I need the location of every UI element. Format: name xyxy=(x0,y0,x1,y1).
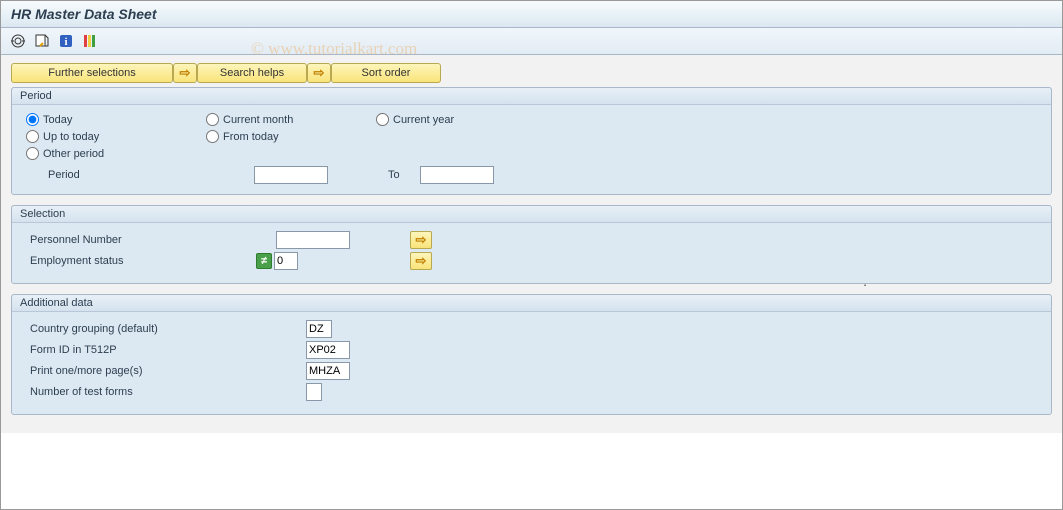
arrow-sort-order[interactable]: ⇨ xyxy=(307,63,331,83)
arrow-search-helps[interactable]: ⇨ xyxy=(173,63,197,83)
radio-from-today-label: From today xyxy=(223,131,279,143)
radio-other-period[interactable]: Other period xyxy=(26,147,206,160)
arrow-right-icon: ⇨ xyxy=(416,232,427,248)
radio-current-year-input[interactable] xyxy=(376,113,389,126)
country-grouping-label: Country grouping (default) xyxy=(26,323,306,335)
radio-today-label: Today xyxy=(43,114,72,126)
info-icon[interactable]: i xyxy=(57,32,75,50)
period-label: Period xyxy=(48,169,254,181)
radio-today-input[interactable] xyxy=(26,113,39,126)
arrow-right-icon: ⇨ xyxy=(416,253,427,269)
decorative-dot: . xyxy=(863,273,867,289)
radio-current-year[interactable]: Current year xyxy=(376,113,546,126)
radio-from-today[interactable]: From today xyxy=(206,130,376,143)
employment-status-input[interactable] xyxy=(274,252,298,270)
arrow-right-icon: ⇨ xyxy=(180,65,191,81)
radio-up-to-today-input[interactable] xyxy=(26,130,39,143)
radio-from-today-input[interactable] xyxy=(206,130,219,143)
svg-text:i: i xyxy=(64,36,67,48)
search-helps-button[interactable]: Search helps xyxy=(197,63,307,83)
radio-today[interactable]: Today xyxy=(26,113,206,126)
selection-group-title: Selection xyxy=(12,206,1051,223)
button-row: Further selections ⇨ Search helps ⇨ Sort… xyxy=(11,63,1052,83)
employment-status-more-button[interactable]: ⇨ xyxy=(410,252,432,270)
arrow-right-icon: ⇨ xyxy=(314,65,325,81)
country-grouping-input[interactable] xyxy=(306,320,332,338)
personnel-number-label: Personnel Number xyxy=(26,234,276,246)
radio-current-month-label: Current month xyxy=(223,114,293,126)
print-pages-input[interactable] xyxy=(306,362,350,380)
radio-current-month[interactable]: Current month xyxy=(206,113,376,126)
variant-icon[interactable] xyxy=(33,32,51,50)
radio-other-period-input[interactable] xyxy=(26,147,39,160)
print-pages-label: Print one/more page(s) xyxy=(26,365,306,377)
selection-group: Selection Personnel Number ⇨ Employment … xyxy=(11,205,1052,284)
radio-current-year-label: Current year xyxy=(393,114,454,126)
sort-order-button[interactable]: Sort order xyxy=(331,63,441,83)
not-equal-icon[interactable]: ≠ xyxy=(256,253,272,269)
radio-current-month-input[interactable] xyxy=(206,113,219,126)
personnel-number-input[interactable] xyxy=(276,231,350,249)
execute-icon[interactable] xyxy=(9,32,27,50)
page-title: HR Master Data Sheet xyxy=(1,1,1062,28)
further-selections-button[interactable]: Further selections xyxy=(11,63,173,83)
form-id-input[interactable] xyxy=(306,341,350,359)
period-to-label: To xyxy=(388,169,400,181)
radio-other-period-label: Other period xyxy=(43,148,104,160)
period-group: Period Today Current month Current year … xyxy=(11,87,1052,195)
form-id-label: Form ID in T512P xyxy=(26,344,306,356)
period-group-title: Period xyxy=(12,88,1051,105)
test-forms-input[interactable] xyxy=(306,383,322,401)
additional-data-group: Additional data Country grouping (defaul… xyxy=(11,294,1052,415)
period-to-input[interactable] xyxy=(420,166,494,184)
employment-status-label: Employment status xyxy=(26,255,256,267)
additional-data-title: Additional data xyxy=(12,295,1051,312)
period-from-input[interactable] xyxy=(254,166,328,184)
content-area: Further selections ⇨ Search helps ⇨ Sort… xyxy=(1,55,1062,433)
test-forms-label: Number of test forms xyxy=(26,386,306,398)
personnel-number-more-button[interactable]: ⇨ xyxy=(410,231,432,249)
toolbar: i xyxy=(1,28,1062,55)
radio-up-to-today[interactable]: Up to today xyxy=(26,130,206,143)
radio-up-to-today-label: Up to today xyxy=(43,131,99,143)
dynamic-selections-icon[interactable] xyxy=(81,32,99,50)
